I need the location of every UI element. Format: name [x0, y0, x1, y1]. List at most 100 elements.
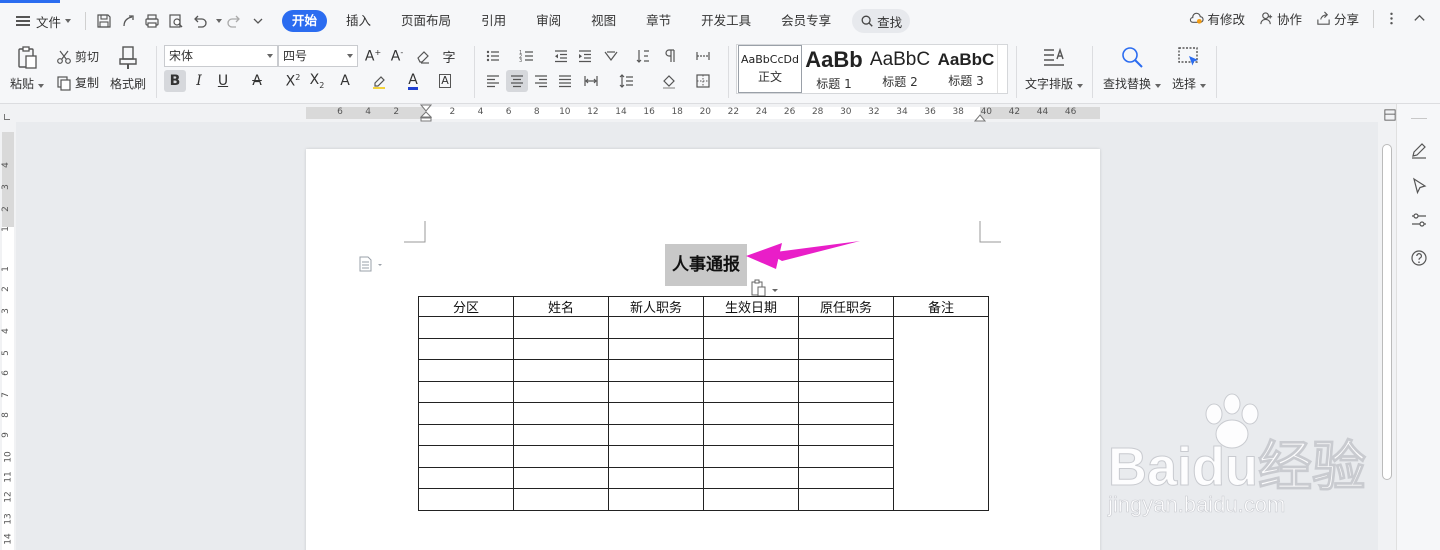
adjust-settings-button[interactable]: [1409, 210, 1429, 230]
table-cell[interactable]: [608, 466, 704, 489]
strikethrough-button[interactable]: A: [246, 70, 268, 92]
table-header-cell[interactable]: 新人职务: [608, 296, 704, 317]
table-cell[interactable]: [798, 316, 894, 339]
table-cell[interactable]: [418, 380, 514, 403]
table-cell[interactable]: [418, 445, 514, 468]
table-cell[interactable]: [418, 402, 514, 425]
font-name-select[interactable]: 宋体: [164, 45, 278, 67]
justify-button[interactable]: [554, 70, 576, 92]
paragraph-options-icon[interactable]: [358, 256, 386, 272]
tab-developer[interactable]: 开发工具: [690, 10, 762, 32]
table-cell[interactable]: [513, 445, 609, 468]
highlight-button[interactable]: [368, 70, 390, 92]
table-header-cell[interactable]: 原任职务: [798, 296, 894, 317]
table-cell[interactable]: [703, 380, 799, 403]
sort-button[interactable]: [632, 45, 654, 67]
decrease-font-button[interactable]: A-: [386, 45, 408, 67]
redo-button[interactable]: [223, 10, 245, 32]
table-header-cell[interactable]: 生效日期: [703, 296, 799, 317]
document-title[interactable]: 人事通报: [665, 244, 747, 286]
subscript-button[interactable]: X2: [306, 70, 328, 92]
chinese-layout-button[interactable]: [600, 45, 622, 67]
tab-review[interactable]: 审阅: [525, 10, 572, 32]
file-menu[interactable]: 文件: [8, 9, 79, 33]
style-heading-3[interactable]: AaBbC 标题 3: [935, 45, 997, 93]
more-options-button[interactable]: [1384, 11, 1402, 26]
align-left-button[interactable]: [482, 70, 504, 92]
table-cell[interactable]: [418, 466, 514, 489]
show-hide-marks-button[interactable]: [658, 45, 680, 67]
table-cell[interactable]: [608, 423, 704, 446]
italic-button[interactable]: I: [188, 70, 210, 92]
table-cell[interactable]: [798, 337, 894, 360]
table-cell[interactable]: [418, 488, 514, 511]
find-replace-button[interactable]: 查找替换: [1103, 45, 1162, 92]
document-page[interactable]: 人事通报 分区 姓名 新人职务 生效日期 原任职务 备注: [306, 149, 1100, 550]
tab-chapter[interactable]: 章节: [635, 10, 682, 32]
right-indent-marker-icon[interactable]: [974, 110, 986, 122]
save-button[interactable]: [93, 10, 115, 32]
table-cell[interactable]: [418, 359, 514, 382]
vertical-scrollbar[interactable]: [1378, 122, 1396, 550]
print-preview-button[interactable]: [165, 10, 187, 32]
table-cell[interactable]: [608, 402, 704, 425]
select-pointer-button[interactable]: [1409, 176, 1429, 196]
bold-button[interactable]: B: [164, 70, 186, 92]
tab-selector-icon[interactable]: [4, 114, 10, 120]
distributed-button[interactable]: [580, 70, 602, 92]
tab-page-layout[interactable]: 页面布局: [390, 10, 462, 32]
cut-button[interactable]: 剪切: [56, 48, 99, 65]
indent-marker-icon[interactable]: [420, 104, 432, 122]
table-cell[interactable]: [513, 423, 609, 446]
table-cell[interactable]: [608, 445, 704, 468]
table-cell[interactable]: [418, 316, 514, 339]
table-cell[interactable]: [608, 380, 704, 403]
text-layout-button[interactable]: 文字排版: [1025, 45, 1084, 92]
select-button[interactable]: 选择: [1172, 45, 1207, 92]
table-cell[interactable]: [703, 402, 799, 425]
font-size-select[interactable]: 四号: [278, 45, 358, 67]
table-cell[interactable]: [798, 359, 894, 382]
tab-member[interactable]: 会员专享: [770, 10, 842, 32]
table-cell[interactable]: [798, 380, 894, 403]
increase-font-button[interactable]: A+: [362, 45, 384, 67]
clear-format-button[interactable]: [412, 45, 434, 67]
horizontal-ruler[interactable]: 6 4 2 2 4 6 8 10 12 14 16 18 20 22 24 26 28 30 32 34 36 38 40 4…: [0, 104, 1440, 122]
vertical-ruler[interactable]: 4 3 2 1 1 2 3 4 5 6 7 8 9 10 11 12 13 14: [0, 122, 16, 550]
share-button[interactable]: 分享: [1316, 9, 1359, 28]
help-button[interactable]: [1409, 248, 1429, 268]
undo-dropdown-icon[interactable]: [216, 19, 223, 23]
table-cell[interactable]: [513, 359, 609, 382]
table-cell[interactable]: [703, 359, 799, 382]
search-button[interactable]: 查找: [852, 9, 911, 33]
styles-scroll[interactable]: [997, 45, 1007, 93]
table-cell[interactable]: [798, 423, 894, 446]
ruler-toggle-button[interactable]: [1383, 108, 1397, 122]
format-painter-button[interactable]: 格式刷: [110, 45, 146, 92]
table-cell[interactable]: [608, 316, 704, 339]
table-cell[interactable]: [798, 466, 894, 489]
character-border-button[interactable]: A: [434, 70, 456, 92]
shading-button[interactable]: [658, 70, 680, 92]
table-cell[interactable]: [513, 488, 609, 511]
phonetic-guide-button[interactable]: 字: [438, 45, 460, 67]
table-tab-button[interactable]: [692, 45, 714, 67]
table-cell[interactable]: [418, 337, 514, 360]
borders-button[interactable]: [692, 70, 714, 92]
style-heading-2[interactable]: AaBbC 标题 2: [867, 45, 933, 93]
table-cell[interactable]: [608, 337, 704, 360]
table-cell[interactable]: [418, 423, 514, 446]
style-heading-1[interactable]: AaBb 标题 1: [803, 45, 865, 93]
font-color-button[interactable]: A: [402, 70, 424, 92]
tab-references[interactable]: 引用: [470, 10, 517, 32]
increase-indent-button[interactable]: [574, 45, 596, 67]
underline-button[interactable]: U: [212, 70, 234, 92]
table-cell[interactable]: [513, 402, 609, 425]
table-header-cell[interactable]: 分区: [418, 296, 514, 317]
table-cell[interactable]: [513, 316, 609, 339]
table-cell-remark[interactable]: [893, 316, 989, 511]
table-cell[interactable]: [703, 423, 799, 446]
collaborate-button[interactable]: 协作: [1259, 9, 1302, 28]
scrollbar-thumb[interactable]: [1382, 144, 1392, 480]
table-cell[interactable]: [608, 359, 704, 382]
